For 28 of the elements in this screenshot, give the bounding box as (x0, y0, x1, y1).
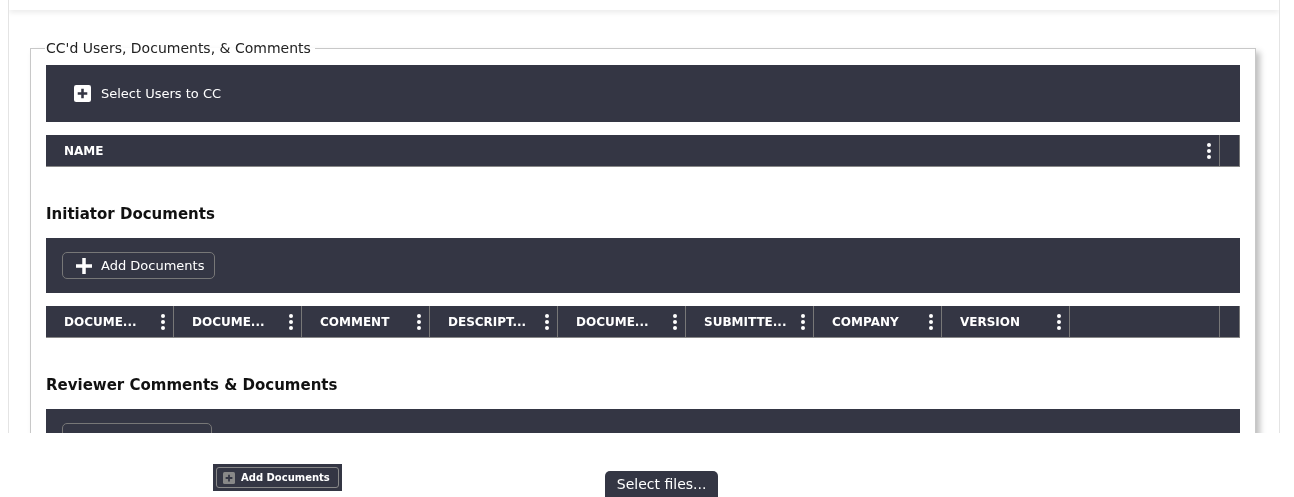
select-files-button[interactable]: Select files... (604, 471, 719, 497)
column-header[interactable]: DOCUME... (174, 306, 302, 337)
section-legend: CC'd Users, Documents, & Comments (45, 40, 315, 56)
column-header[interactable]: SUBMITTE... (686, 306, 814, 337)
add-documents-button[interactable]: Add Documents (62, 252, 216, 279)
column-header[interactable]: DESCRIPT... (430, 306, 558, 337)
kebab-menu-icon[interactable] (929, 313, 933, 330)
column-header[interactable]: DOCUME... (46, 306, 174, 337)
column-header[interactable]: COMPANY (814, 306, 942, 337)
kebab-menu-icon[interactable] (673, 313, 677, 330)
kebab-menu-icon[interactable] (545, 313, 549, 330)
plus-icon (74, 85, 91, 102)
section-heading: Initiator Documents (46, 205, 216, 223)
kebab-menu-icon[interactable] (1207, 142, 1211, 159)
kebab-menu-icon[interactable] (161, 313, 165, 330)
column-header[interactable]: VERSION (942, 306, 1070, 337)
plus-icon (75, 256, 93, 275)
kebab-menu-icon[interactable] (801, 313, 805, 330)
kebab-menu-icon[interactable] (417, 313, 421, 330)
section-heading: Reviewer Comments & Documents (46, 376, 339, 394)
add-documents-button[interactable]: Add Documents (216, 467, 339, 488)
plus-icon (223, 471, 235, 484)
select-users-button[interactable]: Select Users to CC (62, 85, 234, 102)
kebab-menu-icon[interactable] (1057, 313, 1061, 330)
column-header[interactable]: COMMENT (302, 306, 430, 337)
column-header[interactable]: NAME (46, 135, 1220, 166)
kebab-menu-icon[interactable] (289, 313, 293, 330)
column-header[interactable]: DOCUME... (558, 306, 686, 337)
